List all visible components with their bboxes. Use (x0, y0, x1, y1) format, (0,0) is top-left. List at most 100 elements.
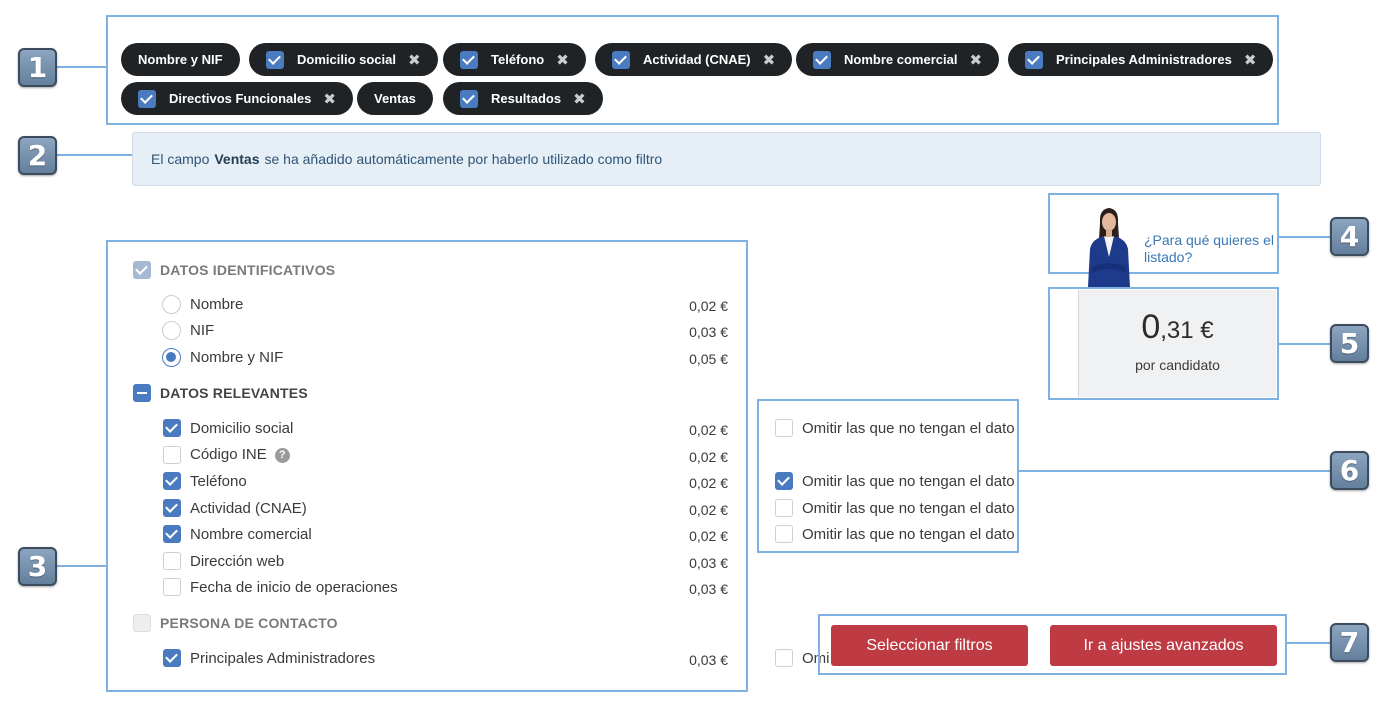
remove-tag-icon[interactable]: ✖ (1244, 51, 1257, 69)
tag-domicilio-social[interactable]: Domicilio social ✖ (249, 43, 438, 76)
tag-principales-administradores[interactable]: Principales Administradores ✖ (1008, 43, 1274, 76)
omit-label: Omitir las que no tengan el dato (802, 500, 1015, 517)
tag-label: Teléfono (491, 52, 545, 67)
omit-checkbox-administradores[interactable] (775, 649, 793, 667)
callout-badge-3: 3 (18, 547, 57, 586)
callout-badge-5: 5 (1330, 324, 1369, 363)
price-decimals: ,31 € (1160, 317, 1214, 344)
tag-directivos-funcionales[interactable]: Directivos Funcionales ✖ (121, 82, 353, 115)
notice-suffix: se ha añadido automáticamente por haberl… (264, 151, 663, 167)
radio-nombre[interactable] (162, 295, 181, 314)
why-list-link[interactable]: ¿Para qué quieres el listado? (1144, 232, 1278, 266)
omit-label: Omitir las que no tengan el dato (802, 473, 1015, 490)
tag-actividad-cnae[interactable]: Actividad (CNAE) ✖ (595, 43, 793, 76)
option-price: 0,02 € (689, 475, 728, 491)
checkbox-direccion-web[interactable] (163, 552, 181, 570)
callout-1-connector (57, 66, 107, 68)
remove-tag-icon[interactable]: ✖ (573, 90, 586, 108)
price-integer: 0 (1141, 308, 1161, 346)
tag-label: Nombre y NIF (138, 52, 223, 67)
section-title-identificativos: DATOS IDENTIFICATIVOS (160, 262, 336, 278)
tag-label: Resultados (491, 91, 562, 106)
omit-checkbox-nombre-comercial[interactable] (775, 525, 793, 543)
omit-label: Omitir las que no tengan el dato (802, 526, 1015, 543)
callout-6-connector (1018, 470, 1331, 472)
notice-field: Ventas (214, 151, 260, 167)
checkbox-actividad-cnae[interactable] (163, 499, 181, 517)
option-label: Teléfono (190, 473, 247, 490)
radio-nif[interactable] (162, 321, 181, 340)
checkbox-fecha-inicio[interactable] (163, 578, 181, 596)
tag-nombre-nif[interactable]: Nombre y NIF (121, 43, 240, 76)
option-price: 0,02 € (689, 449, 728, 465)
option-price: 0,02 € (689, 528, 728, 544)
option-label: Nombre (190, 296, 244, 313)
callout-5-connector (1278, 343, 1331, 345)
checkbox-icon (266, 50, 284, 69)
option-price: 0,02 € (689, 298, 728, 314)
advanced-settings-button[interactable]: Ir a ajustes avanzados (1050, 625, 1277, 666)
checkbox-principales-administradores[interactable] (163, 649, 181, 667)
callout-badge-2: 2 (18, 136, 57, 175)
section-checkbox-contacto[interactable] (133, 614, 151, 632)
section-checkbox-relevantes[interactable] (133, 384, 151, 402)
tag-nombre-comercial[interactable]: Nombre comercial ✖ (796, 43, 1000, 76)
callout-7-connector (1286, 642, 1331, 644)
option-label: Código INE (190, 446, 267, 463)
option-label: Dirección web (190, 553, 285, 570)
tag-ventas[interactable]: Ventas (357, 82, 433, 115)
price-value: 0,31 € (1079, 308, 1276, 347)
callout-badge-1: 1 (18, 48, 57, 87)
option-price: 0,03 € (689, 581, 728, 597)
tag-label: Directivos Funcionales (169, 91, 312, 106)
help-icon[interactable]: ? (274, 448, 290, 463)
callout-3-connector (57, 565, 107, 567)
checkbox-icon (1025, 50, 1043, 69)
remove-tag-icon[interactable]: ✖ (969, 51, 982, 69)
omit-label: Omitir las que no tengan el dato (802, 420, 1015, 437)
checkbox-icon (813, 50, 831, 69)
tag-resultados[interactable]: Resultados ✖ (443, 82, 603, 115)
checkbox-icon (460, 89, 478, 108)
checkbox-codigo-ine[interactable] (163, 446, 181, 464)
option-codigo-ine: Código INE? (190, 446, 290, 463)
tag-telefono[interactable]: Teléfono ✖ (443, 43, 586, 76)
option-price: 0,03 € (689, 555, 728, 571)
omit-checkbox-domicilio[interactable] (775, 419, 793, 437)
help-link-line2: listado? (1144, 249, 1193, 265)
checkbox-icon (612, 50, 630, 69)
option-label: Principales Administradores (190, 650, 376, 667)
option-label: Actividad (CNAE) (190, 500, 307, 517)
tag-label: Nombre comercial (844, 52, 958, 67)
callout-badge-4: 4 (1330, 217, 1369, 256)
radio-nombre-nif[interactable] (162, 348, 181, 367)
option-label: Fecha de inicio de operaciones (190, 579, 398, 596)
option-label: NIF (190, 322, 215, 339)
advisor-avatar (1088, 208, 1130, 287)
option-price: 0,03 € (689, 652, 728, 668)
remove-tag-icon[interactable]: ✖ (323, 90, 336, 108)
checkbox-icon (460, 50, 478, 69)
option-label: Domicilio social (190, 420, 294, 437)
checkbox-telefono[interactable] (163, 472, 181, 490)
option-price: 0,05 € (689, 351, 728, 367)
option-price: 0,03 € (689, 324, 728, 340)
callout-2-connector (57, 154, 133, 156)
tag-label: Domicilio social (297, 52, 396, 67)
option-price: 0,02 € (689, 422, 728, 438)
callout-badge-7: 7 (1330, 623, 1369, 662)
checkbox-domicilio-social[interactable] (163, 419, 181, 437)
section-checkbox-identificativos[interactable] (133, 261, 151, 279)
option-label: Nombre comercial (190, 526, 312, 543)
select-filters-button[interactable]: Seleccionar filtros (831, 625, 1028, 666)
tag-label: Ventas (374, 91, 416, 106)
remove-tag-icon[interactable]: ✖ (408, 51, 421, 69)
remove-tag-icon[interactable]: ✖ (763, 51, 776, 69)
tag-label: Principales Administradores (1056, 52, 1232, 67)
section-title-contacto: PERSONA DE CONTACTO (160, 615, 338, 631)
omit-checkbox-telefono[interactable] (775, 472, 793, 490)
option-price: 0,02 € (689, 502, 728, 518)
checkbox-nombre-comercial[interactable] (163, 525, 181, 543)
omit-checkbox-actividad[interactable] (775, 499, 793, 517)
remove-tag-icon[interactable]: ✖ (556, 51, 569, 69)
